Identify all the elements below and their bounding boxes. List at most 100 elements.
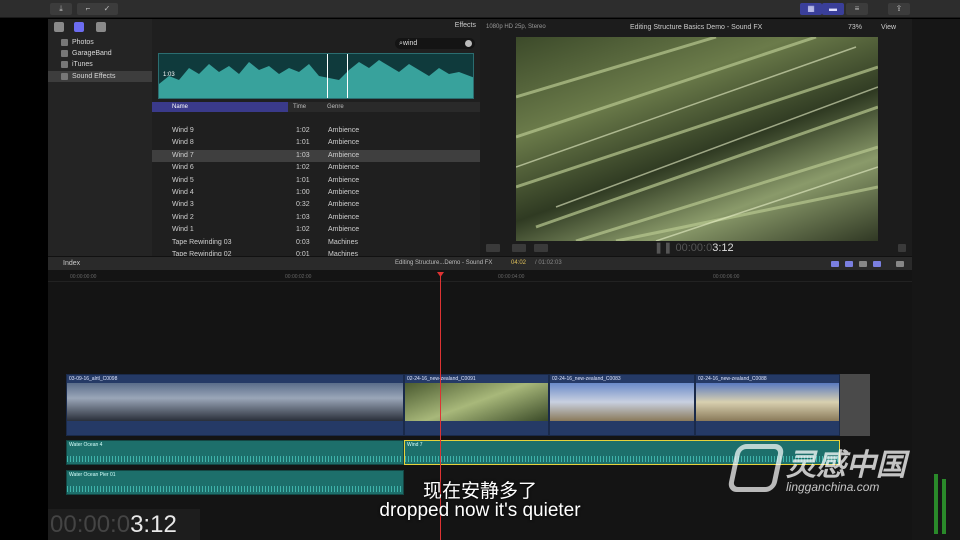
ruler-tick: 00:00:00:00 (70, 274, 97, 280)
sidebar-item-photos[interactable]: Photos (48, 37, 152, 48)
project-name: Editing Structure...Demo - Sound FX (395, 260, 493, 266)
audio-clip[interactable]: Water Ocean 4 (66, 440, 404, 465)
ruler-tick: 00:00:04:00 (498, 274, 525, 280)
audio-skimming-icon[interactable] (845, 261, 853, 267)
row-time: 1:00 (296, 189, 310, 196)
index-button[interactable]: Index (63, 260, 80, 267)
row-genre: Ambience (328, 189, 360, 196)
row-genre: Ambience (328, 127, 360, 134)
clip-appearance-icon[interactable] (896, 261, 904, 267)
snapping-icon[interactable] (873, 261, 881, 267)
timeline-ruler[interactable]: 00:00:00:00 00:00:02:00 00:00:04:00 00:0… (48, 270, 912, 282)
column-name[interactable]: Name (152, 102, 288, 112)
row-name: Wind 9 (172, 127, 194, 134)
sidebar-item-sound-effects[interactable]: Sound Effects (48, 71, 152, 82)
row-genre: Ambience (328, 213, 360, 221)
row-name: Wind 1 (172, 226, 194, 234)
list-item[interactable]: Wind 6 1:02 Ambience (152, 162, 480, 174)
list-item[interactable]: Wind 1 1:02 Ambience (152, 224, 480, 236)
fullscreen-icon[interactable] (898, 244, 906, 252)
waveform-graphic (159, 60, 473, 98)
overlay-timecode: 00:00:03:12 (48, 509, 200, 540)
viewer-timecode: ❚❚ 00:00:03:12 (654, 242, 734, 254)
video-clip[interactable]: 02-24-16_new-zealand_C0091 (404, 374, 549, 436)
list-item[interactable]: Wind 9 1:02 Ambience (152, 125, 480, 137)
view-menu[interactable]: View (881, 24, 896, 31)
row-genre: Ambience (328, 164, 360, 172)
sound-effects-icon (61, 73, 68, 80)
speed-icon[interactable] (534, 244, 548, 252)
titles-generators-icon[interactable] (96, 22, 106, 32)
sidebar-item-garageband[interactable]: GarageBand (48, 48, 152, 59)
row-name: Wind 3 (172, 201, 194, 209)
row-time: 1:01 (296, 176, 310, 184)
row-name: Wind 6 (172, 164, 194, 172)
list-item[interactable]: Wind 7 1:03 Ambience (152, 149, 480, 163)
clear-search-icon[interactable] (465, 40, 472, 47)
total-duration: / 01:02:03 (535, 260, 562, 266)
libraries-icon[interactable] (54, 22, 64, 32)
row-genre: Ambience (328, 201, 360, 209)
list-item[interactable]: Wind 3 0:32 Ambience (152, 199, 480, 211)
waveform-preview[interactable]: 1:03 (158, 53, 474, 99)
viewer-title: Editing Structure Basics Demo - Sound FX (630, 24, 763, 31)
play-icon[interactable]: ❚❚ (654, 242, 672, 254)
viewer: 1080p HD 25p, Stereo Editing Structure B… (480, 19, 912, 256)
list-item[interactable]: Tape Rewinding 03 0:03 Machines (152, 237, 480, 249)
ruler-tick: 00:00:06:00 (713, 274, 740, 280)
clip-thumbnails (67, 383, 403, 421)
clip-thumbnails (405, 383, 548, 421)
browser-title: Effects (454, 22, 476, 29)
row-name: Wind 7 (172, 151, 194, 159)
inspector-icon[interactable]: ≡ (846, 3, 868, 15)
row-genre: Machines (328, 238, 358, 246)
clip-thumbnails (550, 383, 694, 421)
video-frame (516, 37, 878, 241)
viewer-format: 1080p HD 25p, Stereo (486, 24, 546, 30)
column-genre[interactable]: Genre (327, 102, 344, 112)
row-name: Wind 2 (172, 213, 194, 221)
row-genre: Ambience (328, 226, 360, 234)
row-name: Wind 5 (172, 176, 194, 184)
garageband-icon (61, 50, 68, 57)
row-genre: Ambience (328, 176, 360, 184)
clip-thumbnails (696, 383, 839, 421)
video-clip[interactable]: 03-09-16_alrtl_C0098 (66, 374, 404, 436)
skimming-icon[interactable] (831, 261, 839, 267)
viewer-options-icon[interactable] (486, 244, 500, 252)
itunes-icon (61, 61, 68, 68)
row-time: 1:02 (296, 164, 310, 172)
layout-timeline-icon[interactable]: ▬ (822, 3, 844, 15)
row-time: 1:02 (296, 127, 310, 134)
search-input[interactable]: ⌕wind (395, 38, 475, 49)
solo-icon[interactable] (859, 261, 867, 267)
row-time: 0:32 (296, 201, 310, 209)
list-item[interactable]: Wind 4 1:00 Ambience (152, 187, 480, 199)
waveform-selection[interactable] (327, 54, 348, 98)
effects-browser: Effects ⌕wind 1:03 Name Time Genre Wind … (152, 19, 480, 258)
row-time: 1:01 (296, 139, 310, 147)
ruler-tick: 00:00:02:00 (285, 274, 312, 280)
transform-tool-icon[interactable] (512, 244, 526, 252)
list-item[interactable]: Wind 5 1:01 Ambience (152, 175, 480, 187)
import-icon[interactable]: ⤓ (50, 3, 72, 15)
top-toolbar: ⤓ ⌐ ✓ ▦ ▬ ≡ ⇪ (0, 0, 960, 18)
background-tasks-icon[interactable]: ✓ (96, 3, 118, 15)
zoom-menu[interactable]: 73% (848, 24, 862, 31)
video-clip[interactable]: 02-24-16_new-zealand_C0088 (695, 374, 840, 436)
list-item[interactable]: Wind 8 1:01 Ambience (152, 137, 480, 149)
row-time: 1:03 (296, 151, 310, 159)
row-genre: Ambience (328, 139, 360, 147)
video-clip[interactable]: 02-24-16_new-zealand_C0083 (549, 374, 695, 436)
column-time[interactable]: Time (293, 102, 306, 112)
sidebar-tabs (48, 19, 152, 35)
photos-audio-icon[interactable] (74, 22, 84, 32)
photos-icon (61, 39, 68, 46)
grass-image (516, 37, 878, 241)
current-timecode: 04:02 (511, 260, 527, 266)
sidebar-item-itunes[interactable]: iTunes (48, 59, 152, 70)
share-icon[interactable]: ⇪ (888, 3, 910, 15)
row-name: Tape Rewinding 03 (172, 238, 232, 246)
layout-browser-icon[interactable]: ▦ (800, 3, 822, 15)
list-item[interactable]: Wind 2 1:03 Ambience (152, 212, 480, 224)
